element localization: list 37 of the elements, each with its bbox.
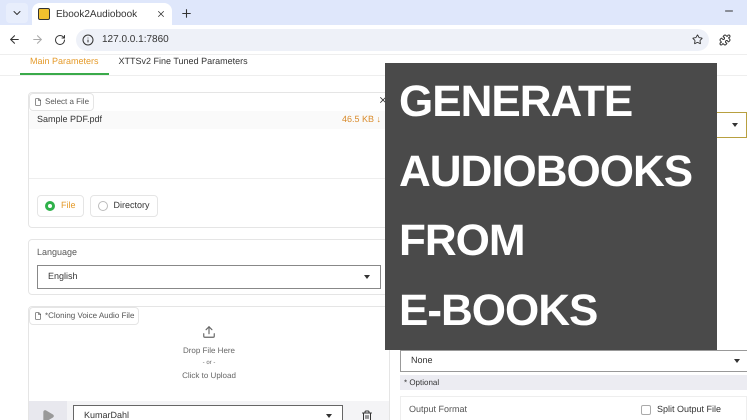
extensions-icon[interactable] <box>719 34 731 46</box>
upload-icon <box>202 325 216 339</box>
file-icon <box>34 98 42 106</box>
reload-icon[interactable] <box>54 34 66 46</box>
language-select[interactable]: English <box>37 264 381 288</box>
headline-text: E-BOOKS <box>399 285 598 338</box>
browser-tab[interactable]: Ebook2Audiobook <box>32 3 172 25</box>
headline-text: GENERATE <box>399 76 634 128</box>
headline-text: AUDIOBOOKS <box>399 146 694 198</box>
trash-icon[interactable] <box>361 410 373 420</box>
bookmark-icon[interactable] <box>692 34 703 45</box>
checkbox[interactable] <box>641 404 651 415</box>
close-icon[interactable] <box>378 95 388 105</box>
play-icon <box>41 409 55 420</box>
file-size: 46.5 KB ↓ <box>342 113 381 126</box>
headline-text: FROM <box>399 215 526 268</box>
close-icon[interactable] <box>156 9 166 19</box>
language-label: Language <box>37 246 78 259</box>
file-icon <box>34 312 42 320</box>
new-tab-icon[interactable] <box>180 7 193 20</box>
voice-select[interactable]: KumarDahl <box>73 405 343 420</box>
drop-text: Drop File Here <box>182 345 235 357</box>
file-name: Sample PDF.pdf <box>37 113 102 126</box>
optional-note: * Optional <box>400 375 747 390</box>
tab-title: Ebook2Audiobook <box>56 8 138 22</box>
book-icon <box>38 8 50 20</box>
upload-text[interactable]: Click to Upload <box>182 370 236 382</box>
tab[interactable]: XTTSv2 Fine Tuned Parameters <box>108 54 258 75</box>
url-text: 127.0.0.1:7860 <box>102 33 170 47</box>
split-label: Split Output File <box>657 403 722 416</box>
radio-option[interactable]: Directory <box>90 195 158 217</box>
address-bar[interactable]: 127.0.0.1:7860 <box>76 28 709 50</box>
voice-file-label: *Cloning Voice Audio File <box>29 307 140 325</box>
output-format-label: Output Format <box>408 403 468 416</box>
back-icon[interactable] <box>8 33 21 46</box>
info-icon <box>82 34 94 46</box>
tab-list-button[interactable] <box>6 3 28 23</box>
